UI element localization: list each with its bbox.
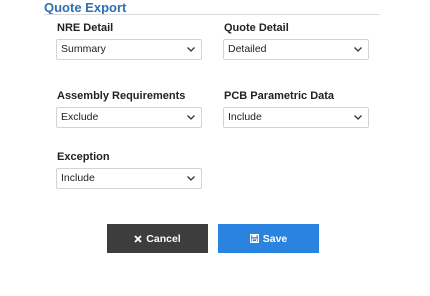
save-button[interactable]: Save — [218, 224, 319, 253]
chevron-down-icon — [187, 47, 195, 52]
pcb-parametric-data-label: PCB Parametric Data — [224, 90, 335, 102]
chevron-down-icon — [354, 115, 362, 120]
quote-detail-select[interactable]: Detailed — [223, 39, 369, 60]
close-icon — [134, 234, 142, 243]
cancel-button[interactable]: Cancel — [107, 224, 208, 253]
nre-detail-select[interactable]: Summary — [56, 39, 202, 60]
save-button-label: Save — [262, 232, 288, 245]
pcb-parametric-data-select[interactable]: Include — [223, 107, 369, 128]
nre-detail-value: Summary — [61, 43, 106, 55]
quote-detail-label: Quote Detail — [224, 22, 289, 34]
cancel-button-label: Cancel — [146, 232, 181, 245]
title-divider — [44, 14, 380, 15]
exception-select[interactable]: Include — [56, 168, 202, 189]
chevron-down-icon — [354, 47, 362, 52]
assembly-requirements-value: Exclude — [61, 111, 99, 123]
chevron-down-icon — [187, 176, 195, 181]
exception-label: Exception — [57, 151, 110, 163]
quote-detail-value: Detailed — [228, 43, 267, 55]
nre-detail-label: NRE Detail — [57, 22, 114, 34]
exception-value: Include — [61, 172, 95, 184]
pcb-parametric-data-value: Include — [228, 111, 262, 123]
page-title: Quote Export — [44, 0, 127, 15]
chevron-down-icon — [187, 115, 195, 120]
save-icon — [249, 234, 259, 243]
assembly-requirements-select[interactable]: Exclude — [56, 107, 202, 128]
assembly-requirements-label: Assembly Requirements — [57, 90, 186, 102]
